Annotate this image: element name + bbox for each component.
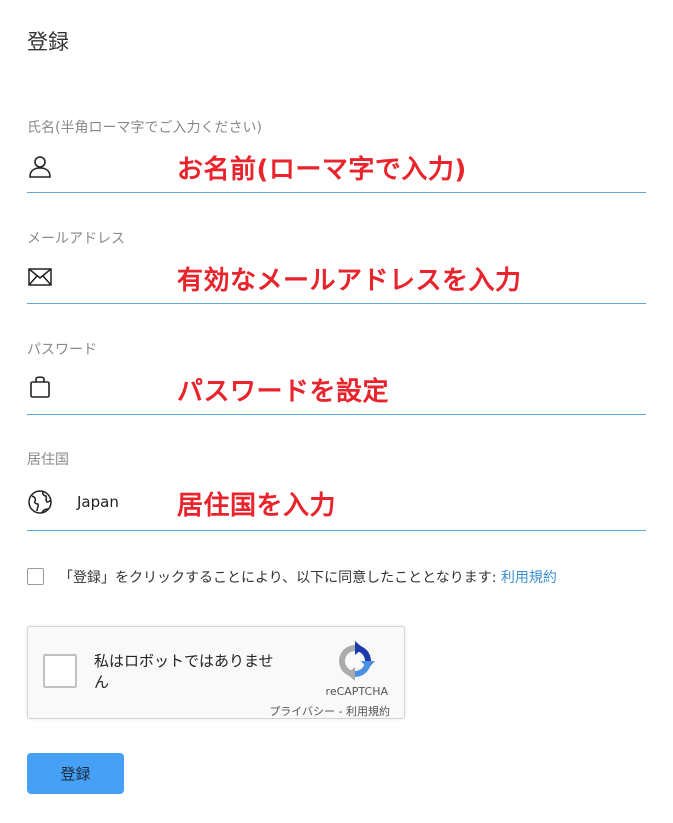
user-icon — [27, 153, 53, 179]
recaptcha-privacy-link[interactable]: プライバシー — [269, 705, 335, 718]
recaptcha-terms-link[interactable]: 利用規約 — [346, 705, 390, 718]
recaptcha-links: プライバシー - 利用規約 — [269, 703, 390, 719]
email-field-underline — [27, 303, 646, 304]
recaptcha-label: 私はロボットではありません — [94, 652, 274, 691]
bag-icon — [27, 373, 53, 399]
recaptcha-widget: 私はロボットではありません reCAPTCHA プライバシー - 利用規約 — [27, 626, 405, 719]
terms-checkbox[interactable] — [27, 568, 44, 585]
country-value: Japan — [77, 493, 119, 511]
register-button[interactable]: 登録 — [27, 753, 124, 794]
page-title: 登録 — [27, 30, 69, 54]
password-field-annotation: パスワードを設定 — [177, 377, 390, 407]
country-field-underline — [27, 530, 646, 531]
envelope-icon — [27, 264, 53, 290]
terms-agreement-text: 「登録」をクリックすることにより、以下に同意したこととなります: 利用規約 — [59, 567, 557, 587]
password-field[interactable]: パスワード パスワードを設定 — [27, 339, 646, 417]
name-field[interactable]: 氏名(半角ローマ字でご入力ください) お名前(ローマ字で入力) — [27, 117, 646, 195]
recaptcha-brand: reCAPTCHA — [325, 685, 388, 698]
country-field-annotation: 居住国を入力 — [177, 491, 337, 521]
terms-link[interactable]: 利用規約 — [501, 570, 557, 586]
terms-agreement-label: 「登録」をクリックすることにより、以下に同意したこととなります: — [59, 570, 501, 586]
country-field[interactable]: 居住国 Japan 居住国を入力 — [27, 449, 646, 533]
country-field-label: 居住国 — [27, 452, 69, 468]
terms-agreement-row: 「登録」をクリックすることにより、以下に同意したこととなります: 利用規約 — [27, 566, 657, 588]
name-field-annotation: お名前(ローマ字で入力) — [177, 155, 467, 185]
recaptcha-checkbox[interactable] — [43, 654, 77, 688]
name-field-underline — [27, 192, 646, 193]
email-field-annotation: 有効なメールアドレスを入力 — [177, 266, 522, 296]
email-field[interactable]: メールアドレス 有効なメールアドレスを入力 — [27, 228, 646, 306]
password-field-underline — [27, 414, 646, 415]
recaptcha-separator: - — [335, 705, 346, 718]
recaptcha-logo-icon — [333, 639, 377, 683]
password-field-label: パスワード — [27, 342, 97, 358]
name-field-label: 氏名(半角ローマ字でご入力ください) — [27, 120, 262, 136]
globe-icon — [27, 489, 53, 515]
email-field-label: メールアドレス — [27, 231, 125, 247]
